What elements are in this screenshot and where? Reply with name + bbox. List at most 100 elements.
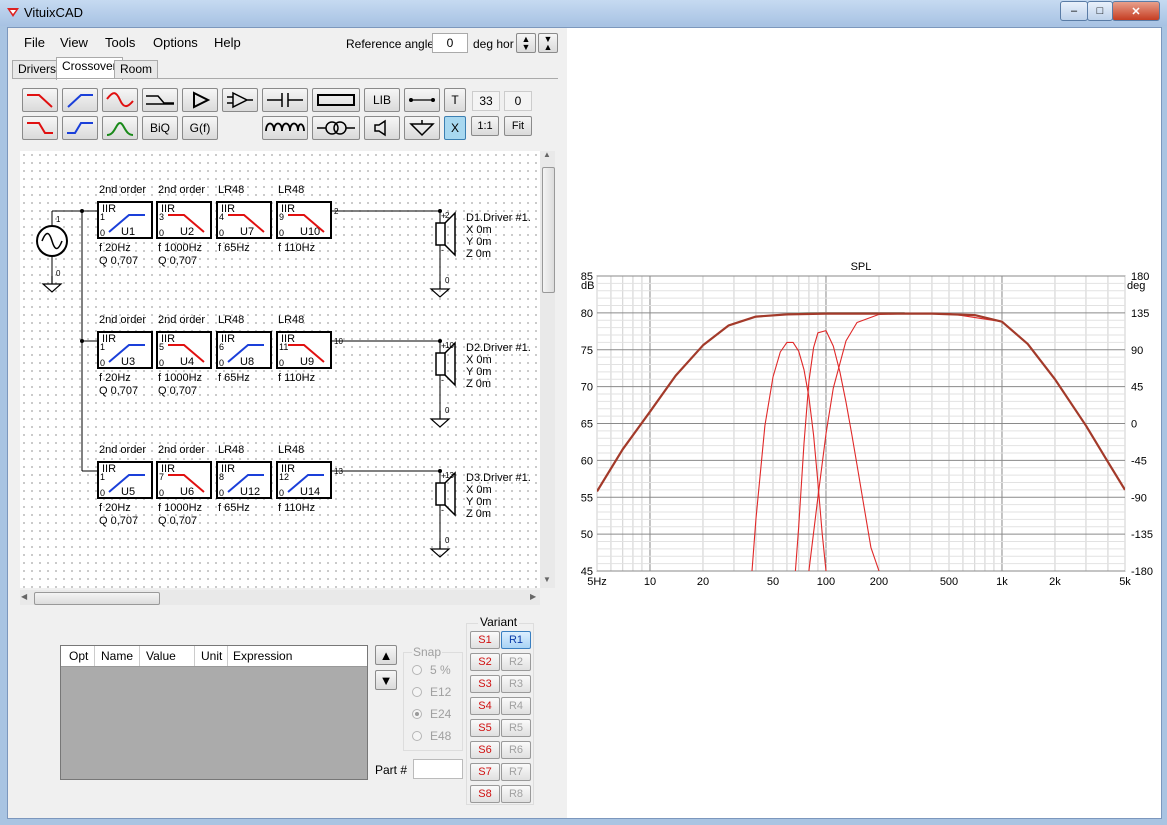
iir-filter-block[interactable]: IIR 6 0 U8 <box>216 331 272 369</box>
variant-r6-button[interactable]: R6 <box>501 741 531 759</box>
zoom-fit-button[interactable]: Fit <box>504 116 532 136</box>
iir-filter-block[interactable]: IIR 12 0 U14 <box>276 461 332 499</box>
minimize-icon: – <box>1070 5 1078 17</box>
variant-s6-button[interactable]: S6 <box>470 741 500 759</box>
wire-button[interactable] <box>404 88 440 112</box>
variant-s2-button[interactable]: S2 <box>470 653 500 671</box>
scroll-left-arrow-icon[interactable]: ◀ <box>21 592 27 601</box>
schematic-vertical-scrollbar[interactable]: ▲ ▼ <box>540 150 555 588</box>
text-button[interactable]: T <box>444 88 466 112</box>
scroll-up-arrow-icon[interactable]: ▲ <box>543 150 551 159</box>
move-up-button[interactable]: ▲ <box>375 645 397 665</box>
lowpass-2-button[interactable] <box>22 116 58 140</box>
iir-filter-block[interactable]: IIR 1 0 U5 <box>97 461 153 499</box>
column-opt[interactable]: Opt <box>69 649 88 663</box>
driver-z-label: Z 0m <box>466 248 491 260</box>
close-button[interactable]: ✕ <box>1112 1 1160 21</box>
scroll-down-arrow-icon[interactable]: ▼ <box>543 575 551 584</box>
column-name[interactable]: Name <box>101 649 133 663</box>
x-tick-label: 2k <box>1049 576 1061 588</box>
schematic-canvas[interactable]: 1 0 2nd order f 20Hz Q 0,707 2nd order f 1000H… <box>20 151 540 588</box>
highpass-2-button[interactable] <box>62 116 98 140</box>
highpass-filter-button[interactable] <box>62 88 98 112</box>
driver-y-label: Y 0m <box>466 366 491 378</box>
variant-s5-button[interactable]: S5 <box>470 719 500 737</box>
bandpass-filter-button[interactable] <box>102 116 138 140</box>
library-button[interactable]: LIB <box>364 88 400 112</box>
spl-chart[interactable]: SPL dB deg 5Hz 10 20 50 100 200 500 1k 2k 5k45505… <box>567 28 1161 818</box>
parameter-table[interactable]: Opt Name Value Unit Expression <box>60 645 368 780</box>
snap-option-e48: E48 <box>430 729 452 743</box>
iir-filter-block[interactable]: IIR 8 0 U12 <box>216 461 272 499</box>
variant-s7-button[interactable]: S7 <box>470 763 500 781</box>
variant-r4-button[interactable]: R4 <box>501 697 531 715</box>
opamp-button[interactable] <box>222 88 258 112</box>
menu-tools[interactable]: Tools <box>105 35 135 50</box>
variant-r2-button[interactable]: R2 <box>501 653 531 671</box>
iir-filter-block[interactable]: IIR 11 0 U9 <box>276 331 332 369</box>
angle-stepper-button[interactable]: ▲ ▼ <box>516 33 536 53</box>
zoom-1to1-button[interactable]: 1:1 <box>471 116 499 136</box>
iir-filter-block[interactable]: IIR 3 0 U2 <box>156 201 212 239</box>
tab-drivers[interactable]: Drivers <box>12 60 62 79</box>
iir-filter-block[interactable]: IIR 1 0 U3 <box>97 331 153 369</box>
snap-radio-e48[interactable] <box>412 731 422 741</box>
column-unit[interactable]: Unit <box>201 649 222 663</box>
variant-s1-button[interactable]: S1 <box>470 631 500 649</box>
resistor-button[interactable] <box>312 88 360 112</box>
iir-filter-block[interactable]: IIR 9 0 U10 <box>276 201 332 239</box>
angle-reset-button[interactable]: ▼ ▲ <box>538 33 558 53</box>
tab-crossover[interactable]: Crossover <box>56 57 123 80</box>
shelving-filter-button[interactable] <box>102 88 138 112</box>
iir-filter-block[interactable]: IIR 1 0 U1 <box>97 201 153 239</box>
iir-filter-block[interactable]: IIR 7 0 U6 <box>156 461 212 499</box>
iir-filter-block[interactable]: IIR 5 0 U4 <box>156 331 212 369</box>
transformer-button[interactable] <box>312 116 360 140</box>
move-down-button[interactable]: ▼ <box>375 670 397 690</box>
snap-radio-e24[interactable] <box>412 709 422 719</box>
schematic-horizontal-scrollbar[interactable]: ◀ ▶ <box>20 590 540 605</box>
ground-button[interactable] <box>404 116 440 140</box>
column-expression[interactable]: Expression <box>233 649 292 663</box>
biquad-button[interactable]: BiQ <box>142 116 178 140</box>
variant-s8-button[interactable]: S8 <box>470 785 500 803</box>
reference-angle-input[interactable]: 0 <box>432 33 468 53</box>
inductor-button[interactable] <box>262 116 308 140</box>
variant-s3-button[interactable]: S3 <box>470 675 500 693</box>
variant-r1-button[interactable]: R1 <box>501 631 531 649</box>
variant-r5-button[interactable]: R5 <box>501 719 531 737</box>
transfer-function-button[interactable]: G(f) <box>182 116 218 140</box>
menu-file[interactable]: File <box>24 35 45 50</box>
column-value[interactable]: Value <box>146 649 176 663</box>
driver-button[interactable] <box>364 116 400 140</box>
lowpass-filter-button[interactable] <box>22 88 58 112</box>
capacitor-button[interactable] <box>262 88 308 112</box>
amplifier-button[interactable] <box>182 88 218 112</box>
maximize-button[interactable]: □ <box>1087 1 1113 21</box>
driver-magnet <box>435 482 446 506</box>
menu-help[interactable]: Help <box>214 35 241 50</box>
driver-x-label: X 0m <box>466 224 492 236</box>
hscroll-thumb[interactable] <box>34 592 160 605</box>
x-toggle-button[interactable]: X <box>444 116 466 140</box>
part-number-input[interactable] <box>413 759 463 779</box>
filter-param-label: f 1000Hz <box>158 242 202 254</box>
window-title: VituixCAD <box>24 5 84 20</box>
menu-options[interactable]: Options <box>153 35 198 50</box>
iir-filter-block[interactable]: IIR 4 0 U7 <box>216 201 272 239</box>
snap-radio-e12[interactable] <box>412 687 422 697</box>
menu-view[interactable]: View <box>60 35 88 50</box>
scroll-thumb[interactable] <box>542 167 555 293</box>
variant-r8-button[interactable]: R8 <box>501 785 531 803</box>
scroll-right-arrow-icon[interactable]: ▶ <box>530 592 536 601</box>
tab-room[interactable]: Room <box>114 60 159 79</box>
variant-r3-button[interactable]: R3 <box>501 675 531 693</box>
variant-s4-button[interactable]: S4 <box>470 697 500 715</box>
driver-ground-node-label: 0 <box>445 276 450 285</box>
minimize-button[interactable]: – <box>1060 1 1088 21</box>
delay-block-button[interactable] <box>142 88 178 112</box>
snap-radio-5pct[interactable] <box>412 665 422 675</box>
filter-param-label: f 65Hz <box>218 502 250 514</box>
highpass-curve-icon <box>108 344 145 363</box>
variant-r7-button[interactable]: R7 <box>501 763 531 781</box>
